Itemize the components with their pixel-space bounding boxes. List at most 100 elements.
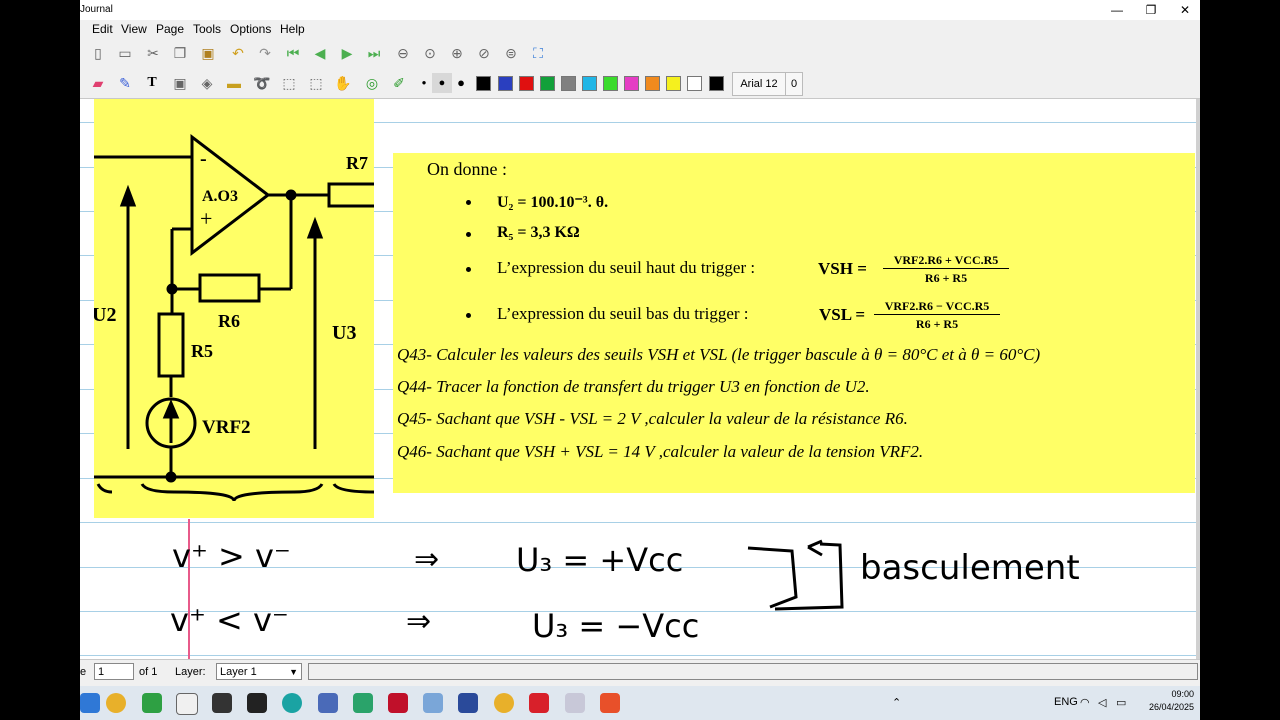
- zoom-in-icon[interactable]: ⊕: [447, 43, 467, 63]
- ruler-icon[interactable]: ▬: [224, 73, 244, 93]
- previous-page-icon[interactable]: ◀: [310, 43, 330, 63]
- color-white-swatch[interactable]: [687, 76, 702, 91]
- font-button[interactable]: Arial 12: [732, 72, 786, 96]
- hand-tool-icon[interactable]: ✋: [333, 73, 353, 93]
- ruler-recognizer-icon[interactable]: ✐: [389, 73, 409, 93]
- journal-page[interactable]: - A.O3 + R7 R6 R5 U2 U3 VRF2 On donne : …: [80, 99, 1196, 659]
- app-bug-icon[interactable]: [318, 693, 338, 713]
- taskbar-clock[interactable]: 09:00 26/04/2025: [1114, 688, 1194, 714]
- question-q43: Q43- Calculer les valeurs des seuils VSH…: [397, 345, 1041, 364]
- wifi-icon[interactable]: ◠: [1080, 696, 1090, 709]
- tray-chevron-up-icon[interactable]: ⌃: [892, 696, 901, 709]
- app-orange-icon[interactable]: [600, 693, 620, 713]
- page-width-icon[interactable]: ⊘: [474, 43, 494, 63]
- vertical-scrollbar[interactable]: [1196, 99, 1200, 659]
- menu-edit[interactable]: Edit: [92, 22, 113, 36]
- page-count: of 1: [139, 666, 158, 678]
- text-tool-icon[interactable]: T: [142, 73, 162, 93]
- vsl-symbol: VSL =: [819, 305, 866, 324]
- menu-view[interactable]: View: [121, 22, 147, 36]
- rect-select-icon[interactable]: ⬚: [279, 73, 299, 93]
- app-pen-icon[interactable]: [423, 693, 443, 713]
- menu-page[interactable]: Page: [156, 22, 184, 36]
- shape-tool-icon[interactable]: ◈: [197, 73, 217, 93]
- close-button[interactable]: ✕: [1168, 0, 1200, 20]
- thick-pen-size-icon[interactable]: ●: [451, 73, 471, 93]
- app-red-icon[interactable]: [388, 693, 408, 713]
- vsh-text: L’expression du seuil haut du trigger :: [497, 258, 756, 277]
- zoom-set-icon[interactable]: ⊜: [501, 43, 521, 63]
- chrome-icon[interactable]: [106, 693, 126, 713]
- app-dark-icon[interactable]: [247, 693, 267, 713]
- start-icon[interactable]: [80, 693, 100, 713]
- first-page-icon[interactable]: ⏮: [283, 43, 303, 63]
- zoom-normal-icon[interactable]: ⊙: [420, 43, 440, 63]
- pen-icon[interactable]: ✎: [115, 73, 135, 93]
- taskbar: ⌃ ENG ◠ ◁ ▭: [80, 686, 1200, 720]
- eraser-icon[interactable]: ▰: [88, 73, 108, 93]
- color-magenta-swatch[interactable]: [624, 76, 639, 91]
- medium-pen-size-icon[interactable]: ●: [432, 73, 452, 93]
- page-label: e: [80, 666, 87, 678]
- zoom-out-icon[interactable]: ⊖: [393, 43, 413, 63]
- color-lightblue-swatch[interactable]: [582, 76, 597, 91]
- vsh-symbol: VSH =: [818, 259, 867, 278]
- language-indicator[interactable]: ENG: [1054, 696, 1078, 708]
- minimize-button[interactable]: —: [1100, 0, 1134, 20]
- app-terminal-icon[interactable]: [212, 693, 232, 713]
- hw-result-1: U₃ = +Vcc: [516, 541, 683, 579]
- hw-condition-1: v⁺ > v⁻: [172, 537, 291, 575]
- arduino-icon[interactable]: [282, 693, 302, 713]
- open-folder-icon[interactable]: ▭: [115, 43, 135, 63]
- app-grid-icon[interactable]: [565, 693, 585, 713]
- thin-pen-size-icon[interactable]: ●: [414, 73, 434, 93]
- shape-recognizer-icon[interactable]: ◎: [362, 73, 382, 93]
- color-red-swatch[interactable]: [519, 76, 534, 91]
- current-color-swatch[interactable]: [709, 76, 724, 91]
- lasso-icon[interactable]: ➰: [252, 73, 272, 93]
- r5-definition: R₅ = 3,3 KΩ: [497, 224, 580, 241]
- layer-value: Layer 1: [220, 666, 257, 678]
- new-file-icon[interactable]: ▯: [88, 43, 108, 63]
- vspace-icon[interactable]: ⬚: [306, 73, 326, 93]
- last-page-icon[interactable]: ⏭: [364, 43, 384, 63]
- main-toolbar: ▯ ▭ ✂ ❐ ▣ ↶ ↷ ⏮ ◀ ▶ ⏭ ⊖ ⊙ ⊕ ⊘ ⊜ ⛶: [80, 38, 1200, 69]
- image-tool-icon[interactable]: ▣: [170, 73, 190, 93]
- app-green-icon[interactable]: [142, 693, 162, 713]
- hw-bracket-arrows: [747, 539, 844, 611]
- title-bar: Journal — ❐ ✕: [80, 0, 1200, 20]
- cut-icon[interactable]: ✂: [143, 43, 163, 63]
- menu-help[interactable]: Help: [280, 22, 305, 36]
- acrobat-icon[interactable]: [529, 693, 549, 713]
- font-size-extra[interactable]: 0: [785, 72, 803, 96]
- menu-options[interactable]: Options: [230, 22, 271, 36]
- next-page-icon[interactable]: ▶: [337, 43, 357, 63]
- xournal-icon[interactable]: [176, 693, 198, 715]
- volume-icon[interactable]: ◁: [1098, 696, 1106, 709]
- page-number-input[interactable]: 1: [94, 663, 134, 680]
- paste-icon[interactable]: ▣: [198, 43, 218, 63]
- bullet: [466, 200, 471, 205]
- color-gray-swatch[interactable]: [561, 76, 576, 91]
- undo-icon[interactable]: ↶: [228, 43, 248, 63]
- chrome-2-icon[interactable]: [494, 693, 514, 713]
- color-lightgreen-swatch[interactable]: [603, 76, 618, 91]
- copy-icon[interactable]: ❐: [170, 43, 190, 63]
- handwritten-notes: v⁺ > v⁻ ⇒ U₃ = +Vcc v⁺ < v⁻ ⇒ U₃ = −Vcc …: [80, 519, 1196, 659]
- color-green-swatch[interactable]: [540, 76, 555, 91]
- redo-icon[interactable]: ↷: [255, 43, 275, 63]
- color-blue-swatch[interactable]: [498, 76, 513, 91]
- maximize-button[interactable]: ❐: [1134, 0, 1168, 20]
- plus-sign: +: [200, 206, 212, 231]
- fullscreen-icon[interactable]: ⛶: [528, 43, 548, 63]
- bullet: [466, 313, 471, 318]
- color-yellow-swatch[interactable]: [666, 76, 681, 91]
- app-blue-icon[interactable]: [458, 693, 478, 713]
- menu-bar: Edit View Page Tools Options Help: [80, 20, 1200, 38]
- color-black-swatch[interactable]: [476, 76, 491, 91]
- layer-select[interactable]: Layer 1 ▼: [216, 663, 302, 680]
- u3-label: U3: [332, 322, 356, 344]
- menu-tools[interactable]: Tools: [193, 22, 221, 36]
- app-teal-icon[interactable]: [353, 693, 373, 713]
- color-orange-swatch[interactable]: [645, 76, 660, 91]
